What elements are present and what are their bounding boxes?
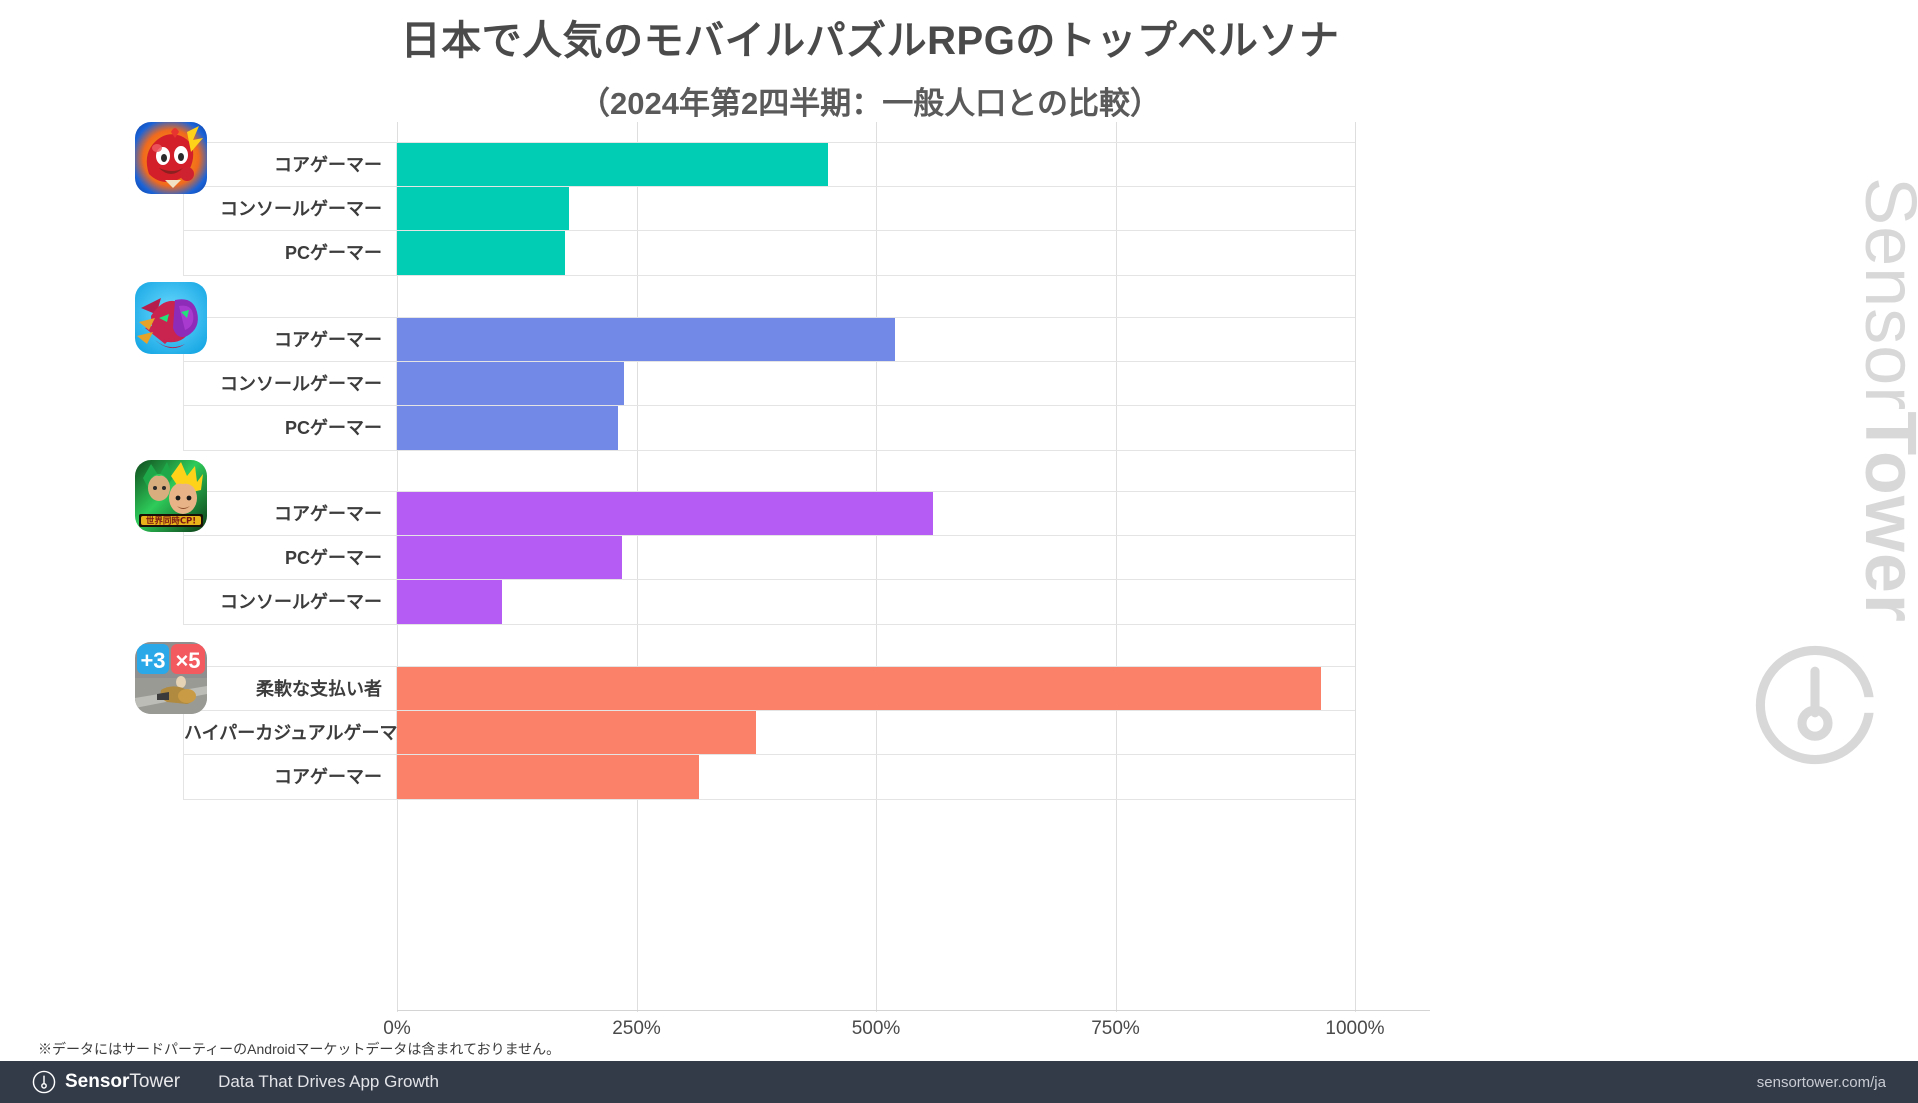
bar-track <box>397 406 1355 450</box>
footer-brand-bold: Sensor <box>65 1071 130 1092</box>
row-label-cell: コンソールゲーマー <box>183 362 397 406</box>
x-tick-label: 1000% <box>1325 1018 1385 1039</box>
table-row: コンソールゲーマー <box>0 362 1430 406</box>
persona-label: コンソールゲーマー <box>220 374 382 394</box>
row-label-cell: コンソールゲーマー <box>183 187 397 231</box>
bar-track <box>397 318 1355 362</box>
persona-label: コアゲーマー <box>274 767 382 787</box>
bar-track <box>397 143 1355 187</box>
x-tick-label: 0% <box>383 1018 411 1039</box>
row-label-cell: コアゲーマー <box>183 318 397 362</box>
monster-strike-app-icon <box>135 122 207 194</box>
persona-label: PCゲーマー <box>284 243 382 263</box>
bar[interactable] <box>397 711 757 755</box>
footer-brand-text: SensorTower <box>65 1071 180 1093</box>
table-row: PCゲーマー <box>0 231 1430 275</box>
bar-track <box>397 362 1355 406</box>
bar-track <box>397 231 1355 275</box>
puzzle-shooter-app-icon: +3 ×5 <box>135 642 207 714</box>
row-label-cell: PCゲーマー <box>183 406 397 450</box>
persona-label: 柔軟な支払い者 <box>256 679 382 699</box>
bar-track <box>397 667 1355 711</box>
row-label-cell: 柔軟な支払い者 <box>183 667 397 711</box>
persona-label: コアゲーマー <box>274 504 382 524</box>
persona-label: ハイパーカジュアルゲーマー <box>184 723 416 743</box>
bar[interactable] <box>397 580 503 624</box>
row-label-cell: コアゲーマー <box>183 492 397 536</box>
table-row: コアゲーマー <box>0 143 1430 187</box>
watermark-brand-light: Sensor <box>1850 177 1918 412</box>
x-tick-label: 250% <box>612 1018 661 1039</box>
row-label-cell: コアゲーマー <box>183 143 397 187</box>
bar[interactable] <box>397 755 699 799</box>
bar[interactable] <box>397 492 934 536</box>
bar[interactable] <box>397 667 1322 711</box>
bar[interactable] <box>397 187 570 231</box>
puzzle-and-dragons-app-icon <box>135 282 207 354</box>
dragon-ball-dokkan-battle-app-icon: 世界同時CP! <box>135 460 207 532</box>
table-row: コンソールゲーマー <box>0 580 1430 624</box>
table-row: コアゲーマー <box>0 492 1430 536</box>
x-tick-label: 750% <box>1091 1018 1140 1039</box>
persona-label: コアゲーマー <box>274 155 382 175</box>
bar[interactable] <box>397 406 619 450</box>
row-label-cell: PCゲーマー <box>183 536 397 580</box>
x-tick-label: 500% <box>851 1018 901 1039</box>
bar[interactable] <box>397 318 896 362</box>
row-label-cell: ハイパーカジュアルゲーマー <box>183 711 416 755</box>
bar-track <box>397 711 1355 755</box>
svg-text:世界同時CP!: 世界同時CP! <box>146 516 196 527</box>
bar-track <box>397 580 1355 624</box>
watermark-logo-icon <box>1755 645 1880 765</box>
persona-label: PCゲーマー <box>284 548 382 568</box>
bar[interactable] <box>397 231 565 275</box>
bar[interactable] <box>397 536 623 580</box>
bar-track <box>397 755 1355 799</box>
page-title: 日本で人気のモバイルパズルRPGのトップペルソナ <box>400 19 1340 63</box>
footer-brand-light: Tower <box>129 1071 181 1092</box>
table-row: PCゲーマー <box>0 536 1430 580</box>
row-separator <box>183 275 1355 276</box>
row-separator <box>183 624 1355 625</box>
footer-logo: SensorTower <box>32 1070 180 1094</box>
row-separator <box>183 799 1355 800</box>
footer-url[interactable]: sensortower.com/ja <box>1757 1074 1886 1091</box>
row-label-cell: コンソールゲーマー <box>183 580 397 624</box>
watermark-brand: SensorTower <box>1849 177 1918 623</box>
footer-tagline: Data That Drives App Growth <box>218 1072 439 1091</box>
watermark-brand-bold: Tower <box>1850 411 1918 623</box>
persona-label: コンソールゲーマー <box>220 592 382 612</box>
bar-track <box>397 492 1355 536</box>
row-label-cell: コアゲーマー <box>183 755 397 799</box>
row-label-cell: PCゲーマー <box>183 231 397 275</box>
chart-page: 日本で人気のモバイルパズルRPGのトップペルソナ （2024年第2四半期：一般人… <box>0 0 1918 1103</box>
table-row: PCゲーマー <box>0 406 1430 450</box>
chart-area: 0% 250% 500% 750% 1000% コアゲーマー コンソールゲーマー PCゲーマ… <box>0 122 1430 1039</box>
sensor-tower-logo-icon <box>32 1070 56 1094</box>
svg-text:×5: ×5 <box>175 648 200 673</box>
page-subtitle: （2024年第2四半期：一般人口との比較） <box>579 86 1161 121</box>
row-separator <box>183 450 1355 451</box>
table-row: 柔軟な支払い者 <box>0 667 1430 711</box>
persona-label: コンソールゲーマー <box>220 199 382 219</box>
x-axis-line <box>397 1010 1430 1011</box>
bar-track <box>397 536 1355 580</box>
persona-label: PCゲーマー <box>284 418 382 438</box>
footnote: ※データにはサードパーティーのAndroidマーケットデータは含まれておりません… <box>38 1041 561 1057</box>
bar[interactable] <box>397 143 829 187</box>
table-row: コアゲーマー <box>0 755 1430 799</box>
bar-track <box>397 187 1355 231</box>
persona-label: コアゲーマー <box>274 330 382 350</box>
footer-bar: SensorTower Data That Drives App Growth … <box>0 1061 1918 1103</box>
table-row: コアゲーマー <box>0 318 1430 362</box>
table-row: コンソールゲーマー <box>0 187 1430 231</box>
bar[interactable] <box>397 362 625 406</box>
table-row: ハイパーカジュアルゲーマー <box>0 711 1430 755</box>
svg-text:+3: +3 <box>140 648 165 673</box>
